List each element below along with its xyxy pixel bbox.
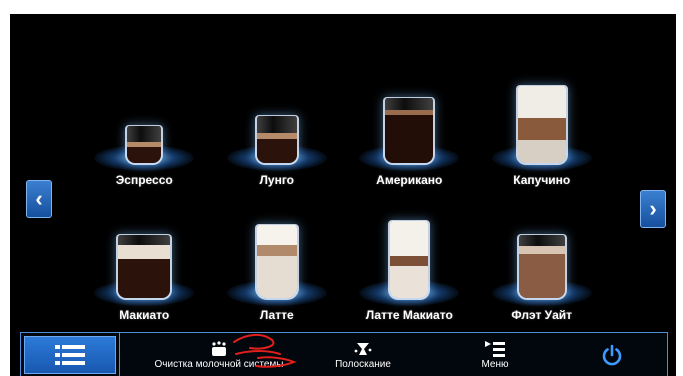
chevron-left-icon: ‹ [35, 186, 43, 211]
drink-macchiato[interactable]: Макиато [78, 197, 211, 332]
drink-list-button[interactable] [24, 336, 116, 374]
coffee-machine-screen: ‹ › Эспрессо Лунго Американо Капучино Ма… [10, 14, 676, 376]
flat-white-cup-icon [516, 234, 567, 300]
drink-label: Капучино [513, 173, 571, 187]
drink-lungo[interactable]: Лунго [211, 62, 344, 197]
drink-espresso[interactable]: Эспрессо [78, 62, 211, 197]
list-icon [55, 345, 85, 365]
bottom-toolbar: Очистка молочной системы Полоскание Меню [20, 332, 668, 376]
next-page-button[interactable]: › [640, 190, 666, 228]
rinse-icon [354, 342, 372, 355]
milk-clean-icon [212, 340, 226, 356]
americano-cup-icon [383, 97, 436, 165]
menu-label: Меню [481, 358, 509, 370]
latte-macchiato-cup-icon [388, 220, 431, 300]
prev-page-button[interactable]: ‹ [26, 180, 52, 218]
menu-icon [485, 340, 505, 357]
milk-clean-label: Очистка молочной системы [154, 358, 284, 370]
drink-label: Латте [259, 308, 294, 322]
drink-latte[interactable]: Латте [211, 197, 344, 332]
drink-americano[interactable]: Американо [343, 62, 476, 197]
chevron-right-icon: › [649, 196, 657, 221]
drink-label: Флэт Уайт [511, 308, 573, 322]
drink-grid: Эспрессо Лунго Американо Капучино Макиат… [78, 62, 608, 332]
latte-cup-icon [254, 224, 299, 300]
power-icon [602, 344, 622, 366]
macchiato-cup-icon [116, 234, 173, 300]
drink-label: Латте Макиато [365, 308, 453, 322]
drink-label: Макиато [119, 308, 170, 322]
menu-button[interactable]: Меню [465, 333, 525, 376]
drink-flat-white[interactable]: Флэт Уайт [476, 197, 609, 332]
drink-cappuccino[interactable]: Капучино [476, 62, 609, 197]
lungo-cup-icon [254, 115, 299, 165]
espresso-cup-icon [125, 125, 164, 165]
cappuccino-cup-icon [515, 85, 568, 165]
drink-label: Лунго [259, 173, 294, 187]
rinse-label: Полоскание [335, 358, 391, 370]
drink-label: Американо [376, 173, 443, 187]
milk-system-clean-button[interactable]: Очистка молочной системы [139, 333, 299, 376]
rinse-button[interactable]: Полоскание [321, 333, 405, 376]
drink-latte-macchiato[interactable]: Латте Макиато [343, 197, 476, 332]
power-button[interactable] [587, 333, 637, 376]
drink-label: Эспрессо [115, 173, 173, 187]
